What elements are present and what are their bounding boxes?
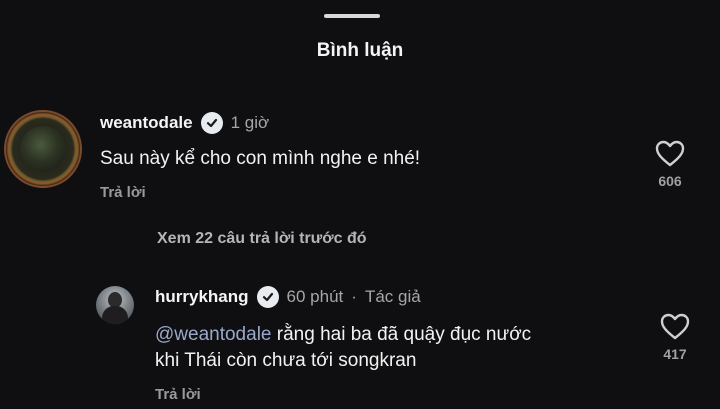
like-button[interactable]: 606 — [655, 140, 685, 189]
author-tag: Tác giả — [364, 287, 421, 306]
like-count: 606 — [658, 173, 682, 189]
drag-handle[interactable] — [324, 14, 380, 18]
comment-time: 60 phút — [286, 287, 344, 306]
reply-button[interactable]: Trả lời — [100, 184, 146, 201]
heart-outline-icon[interactable] — [655, 140, 685, 167]
like-button[interactable]: 417 — [660, 313, 690, 362]
view-previous-replies-button[interactable]: Xem 22 câu trả lời trước đó — [157, 230, 367, 248]
comment-text: @weantodale rằng hai ba đã quậy đục nước… — [155, 322, 531, 374]
comments-sheet: Bình luận weantodale 1 giờ Sau này kể ch… — [0, 0, 720, 409]
comment-text-line2: khi Thái còn chưa tới songkran — [155, 350, 417, 371]
verified-badge-icon — [200, 112, 223, 134]
separator: · — [351, 287, 357, 306]
avatar[interactable] — [96, 286, 134, 324]
verified-badge-icon — [256, 286, 279, 308]
reply-button[interactable]: Trả lời — [155, 386, 201, 403]
username[interactable]: hurrykhang — [155, 287, 249, 307]
username[interactable]: weantodale — [100, 113, 193, 133]
comment-text-line1: rằng hai ba đã quậy đục nước — [271, 324, 532, 345]
comment-text: Sau này kể cho con mình nghe e nhé! — [100, 148, 421, 169]
comment-time: 1 giờ — [230, 113, 270, 132]
page-title: Bình luận — [316, 40, 404, 61]
comment-meta: hurrykhang 60 phút · Tác giả — [155, 286, 421, 308]
heart-outline-icon[interactable] — [660, 313, 690, 340]
comment-meta: weantodale 1 giờ — [100, 112, 269, 134]
avatar[interactable] — [4, 110, 82, 188]
mention-link[interactable]: @weantodale — [155, 324, 271, 345]
like-count: 417 — [663, 346, 687, 362]
